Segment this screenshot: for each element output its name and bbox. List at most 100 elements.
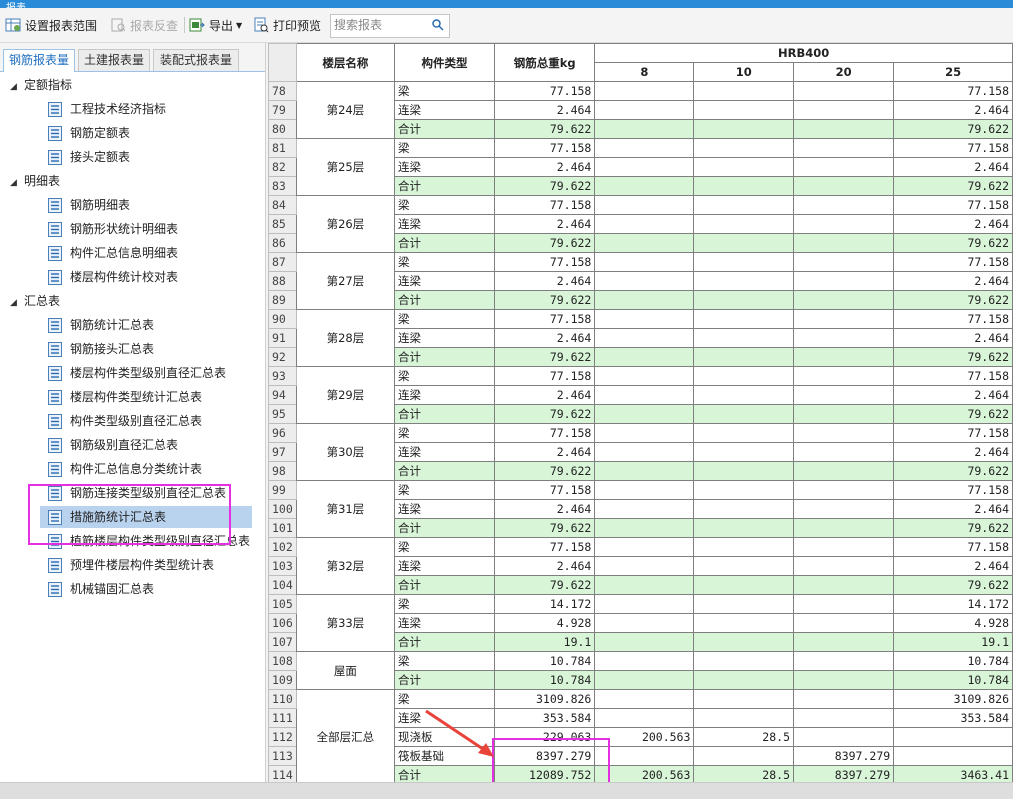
- cell-total[interactable]: 79.622: [494, 290, 596, 310]
- cell-d10[interactable]: [693, 708, 794, 728]
- cell-total[interactable]: 353.584: [494, 708, 596, 728]
- cell-d25[interactable]: 79.622: [893, 119, 1013, 139]
- cell-d25[interactable]: 77.158: [893, 366, 1013, 386]
- table-row[interactable]: 90 第28层梁 77.158 77.158: [268, 309, 1013, 367]
- cell-type[interactable]: 连梁: [394, 385, 496, 405]
- row-number[interactable]: 108: [268, 651, 297, 671]
- cell-type[interactable]: 合计: [394, 404, 496, 424]
- cell-d8[interactable]: [594, 100, 695, 120]
- cell-d10[interactable]: [693, 499, 794, 519]
- cell-total[interactable]: 79.622: [494, 233, 596, 253]
- cell-d20[interactable]: [792, 119, 895, 139]
- cell-d25[interactable]: 77.158: [893, 138, 1013, 158]
- cell-d25[interactable]: 2.464: [893, 100, 1013, 120]
- cell-d25[interactable]: 353.584: [893, 708, 1013, 728]
- cell-d20[interactable]: [792, 309, 895, 329]
- cell-d8[interactable]: [594, 613, 695, 633]
- cell-d25[interactable]: 77.158: [893, 195, 1013, 215]
- cell-d25[interactable]: 2.464: [893, 214, 1013, 234]
- cell-type[interactable]: 合计: [394, 518, 496, 538]
- cell-d25[interactable]: 3463.41: [893, 765, 1013, 782]
- cell-d20[interactable]: [792, 195, 895, 215]
- cell-d20[interactable]: [792, 385, 895, 405]
- cell-d8[interactable]: [594, 290, 695, 310]
- row-number[interactable]: 87: [268, 252, 297, 272]
- cell-type[interactable]: 梁: [394, 81, 496, 101]
- cell-d20[interactable]: [792, 100, 895, 120]
- cell-d25[interactable]: 79.622: [893, 176, 1013, 196]
- cell-d10[interactable]: [693, 480, 794, 500]
- cell-d10[interactable]: [693, 385, 794, 405]
- tree-item[interactable]: 钢筋连接类型级别直径汇总表: [48, 482, 226, 504]
- cell-d10[interactable]: 28.5: [693, 765, 794, 782]
- row-number[interactable]: 78: [268, 81, 297, 101]
- table-row[interactable]: 99 第31层梁 77.158 77.158: [268, 480, 1013, 538]
- cell-total[interactable]: 19.1: [494, 632, 596, 652]
- cell-d10[interactable]: [693, 689, 794, 709]
- cell-d8[interactable]: [594, 119, 695, 139]
- cell-d8[interactable]: [594, 670, 695, 690]
- tab-civil-report[interactable]: 土建报表量: [78, 49, 150, 71]
- cell-type[interactable]: 合计: [394, 575, 496, 595]
- cell-type[interactable]: 合计: [394, 632, 496, 652]
- cell-d10[interactable]: [693, 442, 794, 462]
- row-number[interactable]: 81: [268, 138, 297, 158]
- tree-item[interactable]: 楼层构件统计校对表: [48, 266, 178, 288]
- row-number[interactable]: 106: [268, 613, 297, 633]
- cell-d25[interactable]: 79.622: [893, 290, 1013, 310]
- cell-d25[interactable]: 10.784: [893, 670, 1013, 690]
- cell-floor[interactable]: 第28层: [295, 309, 396, 367]
- cell-type[interactable]: 梁: [394, 138, 496, 158]
- cell-d25[interactable]: 79.622: [893, 575, 1013, 595]
- cell-d20[interactable]: [792, 556, 895, 576]
- cell-d20[interactable]: [792, 271, 895, 291]
- cell-type[interactable]: 合计: [394, 670, 496, 690]
- cell-d25[interactable]: 79.622: [893, 461, 1013, 481]
- cell-total[interactable]: 79.622: [494, 176, 596, 196]
- cell-d25[interactable]: 79.622: [893, 404, 1013, 424]
- tree-item-selected[interactable]: 措施筋统计汇总表: [40, 506, 252, 528]
- table-row[interactable]: 102 第32层梁 77.158 77.158: [268, 537, 1013, 595]
- tree-item[interactable]: 楼层构件类型统计汇总表: [48, 386, 202, 408]
- cell-type[interactable]: 合计: [394, 765, 496, 782]
- cell-total[interactable]: 77.158: [494, 366, 596, 386]
- tree-item[interactable]: 钢筋明细表: [48, 194, 130, 216]
- cell-d25[interactable]: 2.464: [893, 556, 1013, 576]
- collapse-arrow-icon[interactable]: ◢: [10, 172, 24, 194]
- cell-floor[interactable]: 第31层: [295, 480, 396, 538]
- cell-type[interactable]: 连梁: [394, 708, 496, 728]
- cell-total[interactable]: 77.158: [494, 480, 596, 500]
- cell-d10[interactable]: [693, 594, 794, 614]
- cell-d8[interactable]: [594, 404, 695, 424]
- cell-total[interactable]: 10.784: [494, 670, 596, 690]
- cell-d10[interactable]: [693, 461, 794, 481]
- cell-d20[interactable]: [792, 233, 895, 253]
- cell-total[interactable]: 77.158: [494, 138, 596, 158]
- cell-d8[interactable]: [594, 271, 695, 291]
- cell-d20[interactable]: [792, 214, 895, 234]
- cell-d8[interactable]: [594, 537, 695, 557]
- tree-item[interactable]: 楼层构件类型级别直径汇总表: [48, 362, 226, 384]
- row-number[interactable]: 84: [268, 195, 297, 215]
- cell-d20[interactable]: [792, 499, 895, 519]
- cell-total[interactable]: 77.158: [494, 195, 596, 215]
- cell-d25[interactable]: 77.158: [893, 480, 1013, 500]
- cell-d20[interactable]: [792, 366, 895, 386]
- tree-item[interactable]: 构件汇总信息明细表: [48, 242, 178, 264]
- table-row[interactable]: 84 第26层梁 77.158 77.158: [268, 195, 1013, 253]
- cell-d8[interactable]: [594, 347, 695, 367]
- cell-floor[interactable]: 第29层: [295, 366, 396, 424]
- table-row[interactable]: 78 第24层梁 77.158 77.158: [268, 81, 1013, 139]
- cell-d25[interactable]: 77.158: [893, 537, 1013, 557]
- row-number[interactable]: 107: [268, 632, 297, 652]
- row-number[interactable]: 79: [268, 100, 297, 120]
- tree-item[interactable]: 植筋楼层构件类型级别直径汇总表: [48, 530, 250, 552]
- cell-d10[interactable]: [693, 575, 794, 595]
- cell-d8[interactable]: 200.563: [594, 765, 695, 782]
- row-number[interactable]: 110: [268, 689, 297, 709]
- cell-d10[interactable]: [693, 746, 794, 766]
- cell-d25[interactable]: 77.158: [893, 309, 1013, 329]
- row-number[interactable]: 88: [268, 271, 297, 291]
- cell-type[interactable]: 连梁: [394, 499, 496, 519]
- cell-type[interactable]: 合计: [394, 119, 496, 139]
